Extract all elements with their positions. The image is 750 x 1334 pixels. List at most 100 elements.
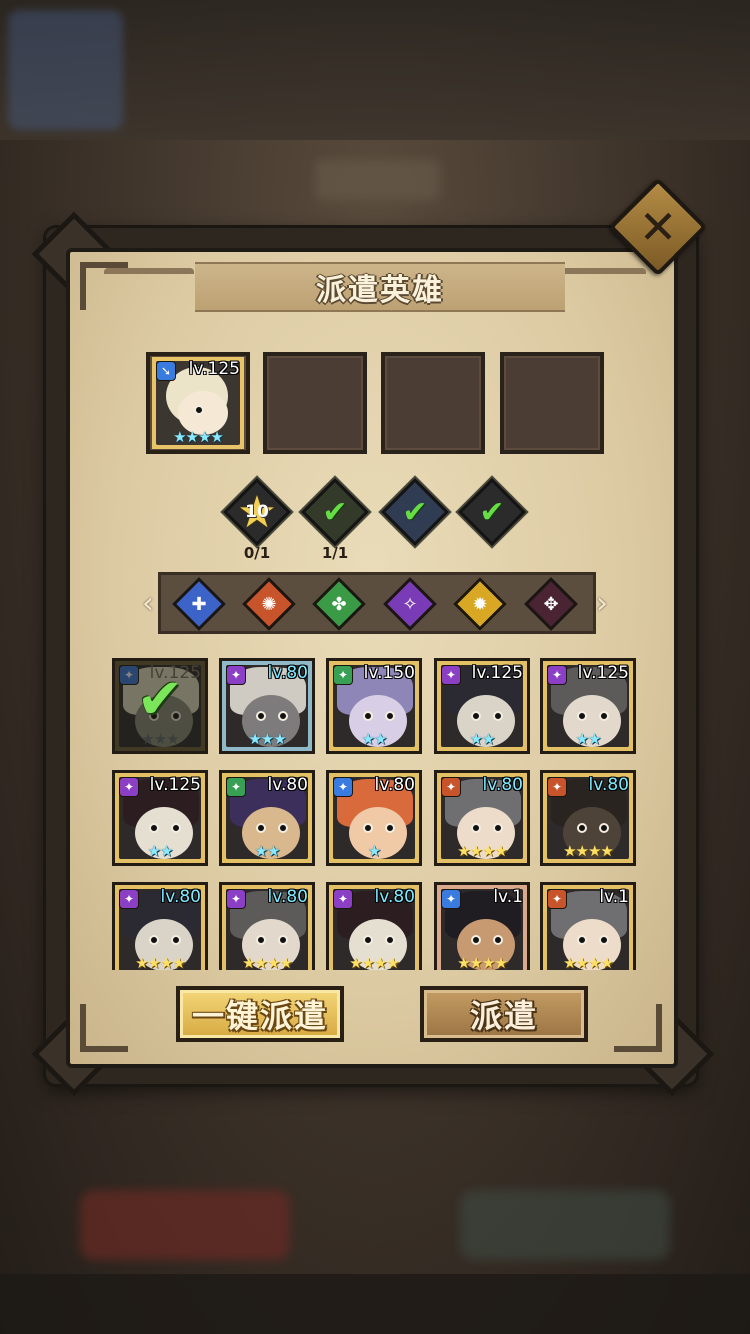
selected-check-icon: ✔ xyxy=(136,667,184,732)
selected-slot-4[interactable] xyxy=(500,352,604,454)
hero-card[interactable]: ✦ lv.80 ★★★★ xyxy=(540,770,636,866)
class-badge-icon: ✦ xyxy=(547,889,567,909)
hero-stars: ★★★★ xyxy=(135,954,186,970)
hero-card[interactable]: ✦ lv.80 ★★ xyxy=(219,770,315,866)
class-badge-icon: ✦ xyxy=(226,889,246,909)
hero-stars: ★★ xyxy=(469,730,496,748)
hero-card[interactable]: ✦ lv.80 ★★★★ xyxy=(112,882,208,970)
faction-purple-icon[interactable]: ✧ xyxy=(383,577,437,631)
hero-stars: ★ xyxy=(367,842,381,860)
background-button-left xyxy=(80,1190,290,1260)
hero-level: lv.125 xyxy=(471,663,523,683)
hero-stars: ★★★★ xyxy=(457,954,508,970)
corner-ornament-bottom-left xyxy=(80,1004,128,1052)
faction-glyph: ✧ xyxy=(402,593,418,615)
hero-stars: ★★★★ xyxy=(349,954,400,970)
hero-level: lv.125 xyxy=(577,663,629,683)
selected-slot-2[interactable] xyxy=(263,352,367,454)
class-badge-icon: ✦ xyxy=(441,777,461,797)
hero-card[interactable]: ✦lv.125★★★✔ xyxy=(112,658,208,754)
class-badge-icon: ✦ xyxy=(441,665,461,685)
check-icon: ✔ xyxy=(402,494,428,530)
hero-stars: ★★ xyxy=(147,842,174,860)
class-badge-icon: ✦ xyxy=(226,777,246,797)
class-badge-icon: ✦ xyxy=(119,777,139,797)
requirement-2: ✔ xyxy=(301,478,369,546)
hero-card[interactable]: ✦ lv.1 ★★★★ xyxy=(540,882,636,970)
faction-orange-icon[interactable]: ✺ xyxy=(242,577,296,631)
class-badge-icon: ✦ xyxy=(547,777,567,797)
class-badge-icon: ✦ xyxy=(441,889,461,909)
hero-card[interactable]: ✦ lv.125 ★★ xyxy=(540,658,636,754)
hero-level: lv.150 xyxy=(363,663,415,683)
class-badge-icon: ✦ xyxy=(119,889,139,909)
hero-level: lv.80 xyxy=(374,775,416,795)
class-badge-icon: ✦ xyxy=(226,665,246,685)
selected-slot-1[interactable]: ➘ lv.125 ★★★★ xyxy=(146,352,250,454)
dispatch-button[interactable]: 派遣 xyxy=(420,986,588,1042)
hero-level: lv.80 xyxy=(267,887,309,907)
background-title xyxy=(315,160,440,200)
hero-card[interactable]: ✦ lv.80 ★ xyxy=(326,770,422,866)
hero-card[interactable]: ✦ lv.125 ★★ xyxy=(112,770,208,866)
hero-level: lv.1 xyxy=(599,887,629,907)
hero-card[interactable]: ✦ lv.1 ★★★★ xyxy=(434,882,530,970)
faction-gold-icon[interactable]: ✹ xyxy=(453,577,507,631)
hero-stars: ★★★ xyxy=(248,730,286,748)
hero-level: lv.80 xyxy=(160,887,202,907)
requirement-4: ✔ xyxy=(458,478,526,546)
hero-stars: ★★★★ xyxy=(242,954,293,970)
hero-level: lv.1 xyxy=(493,887,523,907)
hero-card[interactable]: ✦ lv.150 ★★ xyxy=(326,658,422,754)
faction-glyph: ✥ xyxy=(543,593,559,615)
close-icon[interactable]: ✕ xyxy=(623,192,693,262)
dialog-title: 派遣英雄 xyxy=(316,273,444,308)
hero-stars: ★★★★ xyxy=(563,842,614,860)
check-icon: ✔ xyxy=(479,494,505,530)
selected-hero-card[interactable]: ➘ lv.125 ★★★★ xyxy=(152,357,244,449)
hero-card[interactable]: ✦ lv.80 ★★★★ xyxy=(326,882,422,970)
faction-glyph: ✤ xyxy=(331,593,347,615)
check-icon: ✔ xyxy=(322,494,348,530)
quick-dispatch-button[interactable]: 一键派遣 xyxy=(176,986,344,1042)
selected-slot-3[interactable] xyxy=(381,352,485,454)
requirement-count-2: 1/1 xyxy=(321,544,349,562)
hero-card[interactable]: ✦ lv.80 ★★★★ xyxy=(434,770,530,866)
class-badge-icon: ✦ xyxy=(333,777,353,797)
hero-stars: ★★ xyxy=(575,730,602,748)
hero-card[interactable]: ✦ lv.80 ★★★★ xyxy=(219,882,315,970)
hero-grid: ✦lv.125★★★✔✦lv.80★★★✦lv.150★★✦lv.125★★✦l… xyxy=(100,652,650,970)
hero-card[interactable]: ✦ lv.125 ★★ xyxy=(434,658,530,754)
hero-level: lv.80 xyxy=(588,775,630,795)
background-button-right xyxy=(460,1190,670,1260)
hero-stars: ★★★★ xyxy=(457,842,508,860)
filter-right-arrow-icon[interactable]: › xyxy=(596,586,608,621)
class-badge-icon: ➘ xyxy=(156,361,176,381)
hero-card[interactable]: ✦ lv.80 ★★★ xyxy=(219,658,315,754)
hero-stars: ★★ xyxy=(361,730,388,748)
background-bottom-bar xyxy=(0,1274,750,1334)
corner-ornament-bottom-right xyxy=(614,1004,662,1052)
hero-level: lv.80 xyxy=(267,663,309,683)
hero-level: lv.80 xyxy=(374,887,416,907)
star-level-icon: ★ 10 xyxy=(237,486,277,538)
background-avatar xyxy=(8,10,123,130)
class-badge-icon: ✦ xyxy=(333,889,353,909)
requirement-3: ✔ xyxy=(381,478,449,546)
title-wing-right xyxy=(556,268,646,308)
requirement-count-1: 0/1 xyxy=(243,544,271,562)
faction-glyph: ✺ xyxy=(261,593,277,615)
hero-stars: ★★★★ xyxy=(173,428,224,446)
hero-stars: ★★★★ xyxy=(563,954,614,970)
faction-dark-icon[interactable]: ✥ xyxy=(524,577,578,631)
requirement-star-level: ★ 10 xyxy=(223,478,291,546)
hero-level: lv.125 xyxy=(188,359,240,379)
faction-green-icon[interactable]: ✤ xyxy=(312,577,366,631)
faction-glyph: ✹ xyxy=(472,593,488,615)
faction-glyph: ✚ xyxy=(191,593,207,615)
hero-level: lv.80 xyxy=(267,775,309,795)
class-badge-icon: ✦ xyxy=(547,665,567,685)
class-badge-icon: ✦ xyxy=(333,665,353,685)
filter-left-arrow-icon[interactable]: ‹ xyxy=(142,586,154,621)
faction-blue-icon[interactable]: ✚ xyxy=(172,577,226,631)
